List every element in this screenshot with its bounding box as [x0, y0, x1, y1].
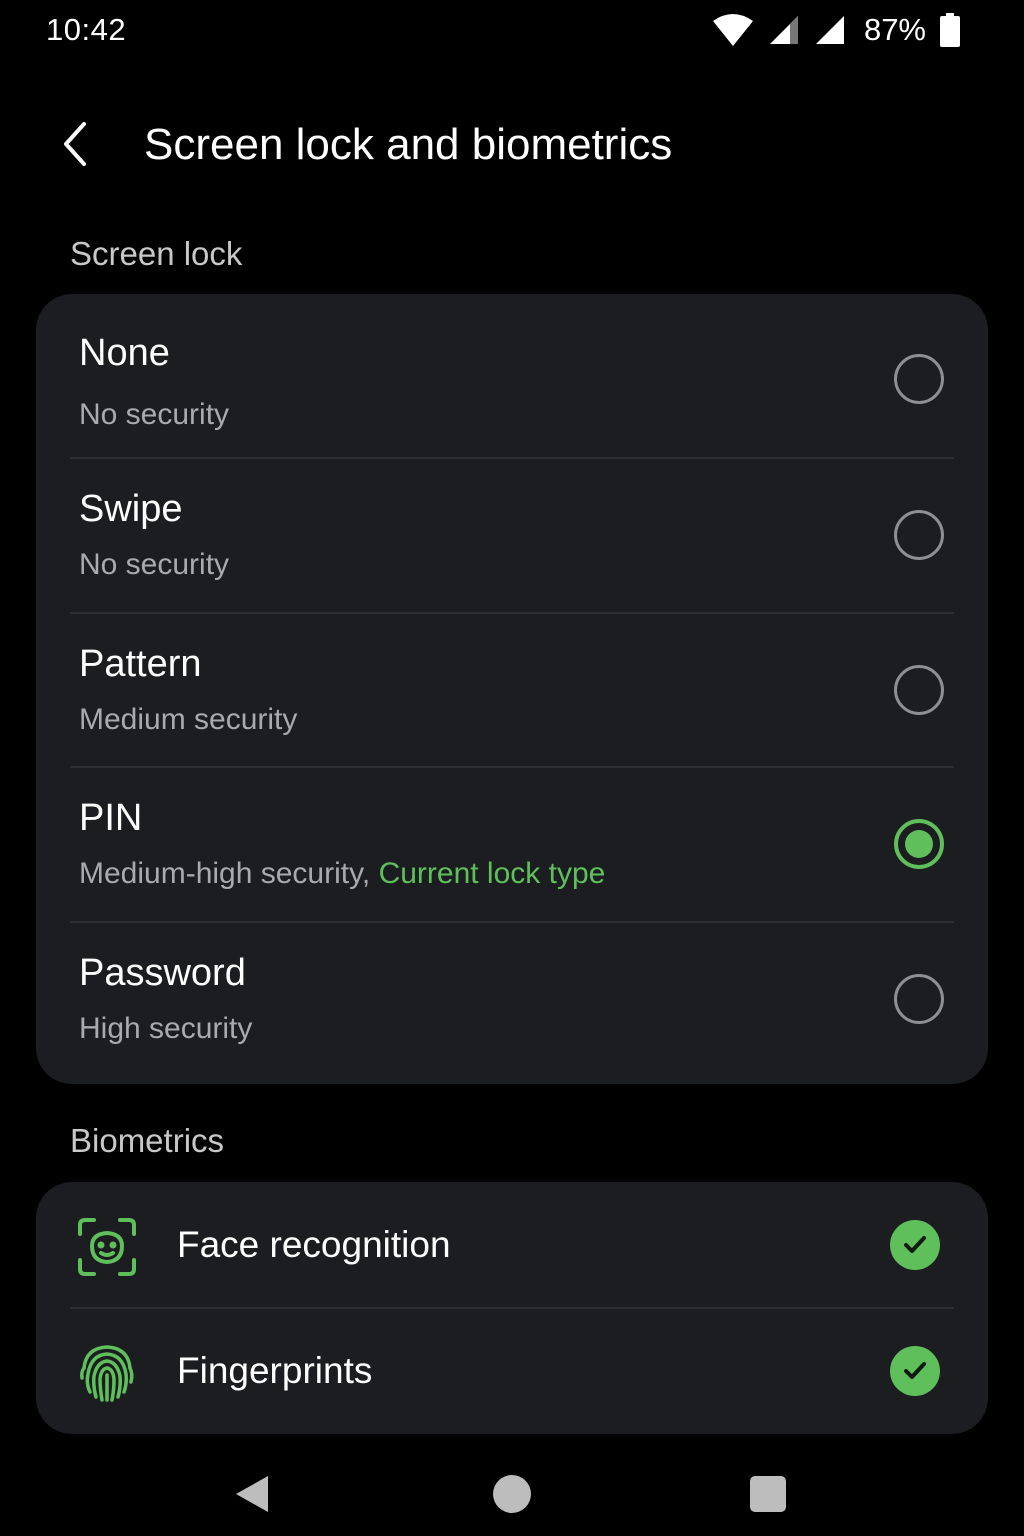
- lock-option-subtitle: Medium security: [79, 703, 298, 736]
- radio-button[interactable]: [894, 510, 944, 560]
- home-circle-icon: [492, 1474, 532, 1519]
- lock-option-title: Password: [79, 952, 246, 994]
- radio-button[interactable]: [894, 665, 944, 715]
- status-bar: 10:42 87%: [0, 0, 1024, 62]
- lock-option-subtitle: No security: [79, 398, 230, 431]
- lock-option-title: PIN: [79, 797, 143, 839]
- lock-option-title: Swipe: [79, 488, 183, 530]
- signal-icon: [768, 14, 800, 46]
- back-triangle-icon: [234, 1474, 270, 1519]
- lock-option-pin[interactable]: PIN Medium-high security, Current lock t…: [36, 767, 988, 922]
- nav-back-button[interactable]: [222, 1466, 282, 1526]
- fingerprint-icon: [76, 1342, 138, 1404]
- radio-button-selected[interactable]: [894, 819, 944, 869]
- current-lock-type-label: Current lock type: [378, 857, 606, 890]
- signal-icon: [814, 14, 846, 46]
- radio-button[interactable]: [894, 354, 944, 404]
- recents-square-icon: [750, 1475, 786, 1517]
- chevron-left-icon: [58, 120, 94, 173]
- app-header: Screen lock and biometrics: [0, 100, 1024, 196]
- lock-option-subtitle: High security: [79, 1012, 253, 1045]
- biometric-item-face-recognition[interactable]: Face recognition: [36, 1182, 988, 1308]
- lock-option-subtitle-text: Medium-high security,: [79, 857, 371, 890]
- section-label-biometrics: Biometrics: [70, 1122, 225, 1159]
- page-title: Screen lock and biometrics: [144, 120, 673, 169]
- checkmark-icon: [890, 1220, 940, 1270]
- face-scan-icon: [76, 1216, 138, 1278]
- nav-home-button[interactable]: [482, 1466, 542, 1526]
- biometrics-card: Face recognition Fingerprints: [36, 1182, 988, 1434]
- checkmark-icon: [890, 1346, 940, 1396]
- lock-option-subtitle: Medium-high security, Current lock type: [79, 857, 605, 891]
- radio-button[interactable]: [894, 974, 944, 1024]
- screen: 10:42 87% Screen lock and biometrics Scr…: [0, 0, 1024, 1536]
- lock-option-subtitle: No security: [79, 548, 230, 581]
- wifi-icon: [712, 13, 754, 47]
- nav-recents-button[interactable]: [738, 1466, 798, 1526]
- status-icons: 87%: [712, 10, 960, 50]
- back-button[interactable]: [44, 114, 108, 178]
- screen-lock-card: None No security Swipe No security Patte…: [36, 294, 988, 1084]
- lock-option-title: None: [79, 332, 170, 374]
- battery-icon: [940, 13, 960, 47]
- biometric-label: Face recognition: [177, 1224, 451, 1265]
- lock-option-password[interactable]: Password High security: [36, 922, 988, 1077]
- section-label-screen-lock: Screen lock: [70, 235, 243, 272]
- biometric-item-fingerprints[interactable]: Fingerprints: [36, 1308, 988, 1434]
- navigation-bar: [0, 1450, 1024, 1536]
- status-time: 10:42: [46, 12, 127, 47]
- lock-option-swipe[interactable]: Swipe No security: [36, 458, 988, 613]
- biometric-label: Fingerprints: [177, 1350, 373, 1391]
- lock-option-pattern[interactable]: Pattern Medium security: [36, 613, 988, 768]
- lock-option-none[interactable]: None No security: [36, 302, 988, 457]
- battery-percent: 87%: [863, 12, 926, 47]
- lock-option-title: Pattern: [79, 643, 202, 685]
